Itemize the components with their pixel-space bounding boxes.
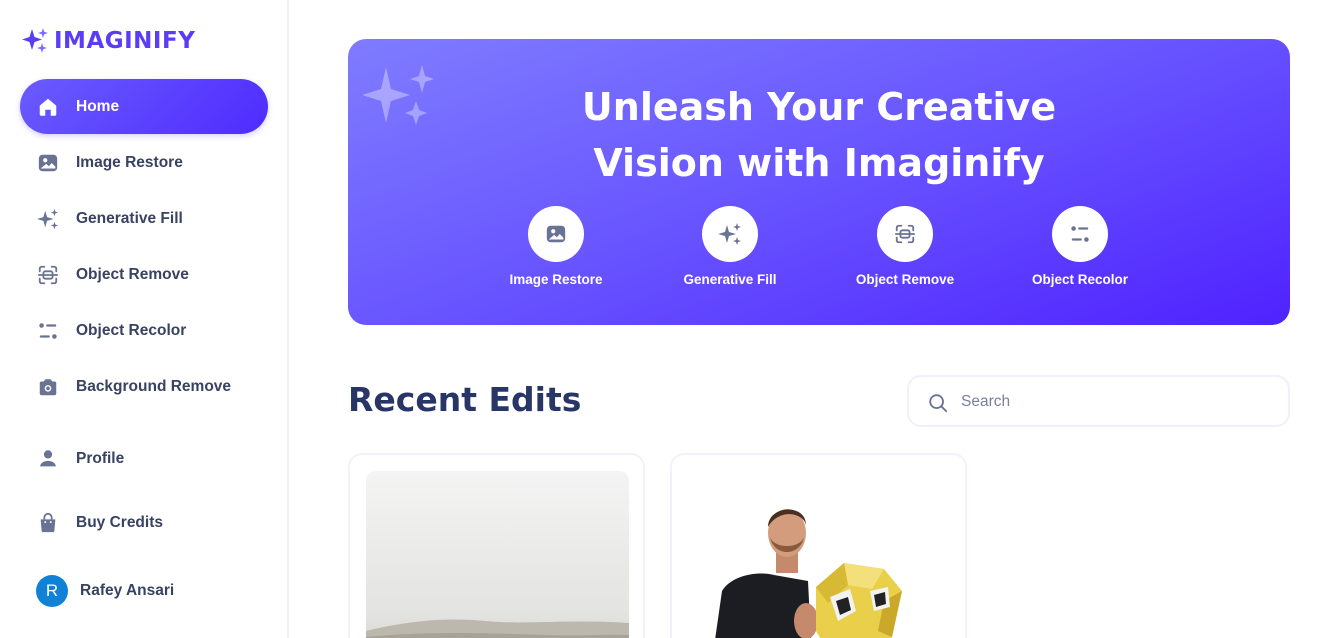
sidebar-item-image-restore[interactable]: Image Restore: [20, 135, 268, 190]
sidebar-item-label: Background Remove: [76, 377, 232, 395]
feature-object-remove[interactable]: Object Remove: [835, 206, 975, 287]
sidebar-item-label: Profile: [76, 449, 125, 467]
sidebar-item-background-remove[interactable]: Background Remove: [20, 359, 268, 414]
feature-circle[interactable]: [877, 206, 933, 262]
sidebar-user[interactable]: R Rafey Ansari: [20, 563, 268, 618]
stars-icon: [36, 207, 60, 231]
feature-circle[interactable]: [702, 206, 758, 262]
sidebar-item-object-remove[interactable]: Object Remove: [20, 247, 268, 302]
recent-edit-card[interactable]: [670, 453, 967, 638]
hero-title-line-2: Vision with Imaginify: [593, 141, 1045, 185]
feature-label: Object Recolor: [1031, 272, 1129, 287]
bag-icon: [36, 511, 60, 535]
user-icon: [36, 447, 60, 471]
edit-thumbnail[interactable]: [688, 471, 951, 638]
hero-banner: Unleash Your Creative Vision with Imagin…: [348, 39, 1290, 325]
hero-title-line-1: Unleash Your Creative: [581, 85, 1057, 129]
camera-icon: [36, 375, 60, 399]
sidebar-item-home[interactable]: Home: [20, 79, 268, 134]
sidebar-item-label: Generative Fill: [76, 209, 183, 227]
home-icon: [36, 95, 60, 119]
search-input[interactable]: [961, 391, 1271, 413]
user-name: Rafey Ansari: [80, 581, 175, 599]
search-icon: [929, 394, 948, 413]
app-logo[interactable]: IMAGINIFY: [20, 26, 195, 56]
feature-object-recolor[interactable]: Object Recolor: [1010, 206, 1150, 287]
feature-image-restore[interactable]: Image Restore: [486, 206, 626, 287]
search-box[interactable]: [907, 375, 1290, 427]
logo-sparkle-icon: [22, 28, 48, 53]
feature-label: Generative Fill: [683, 272, 777, 287]
app-name: IMAGINIFY: [54, 28, 196, 54]
image-icon: [36, 151, 60, 175]
image-icon: [546, 225, 566, 243]
stars-icon: [718, 223, 741, 245]
sidebar-item-label: Image Restore: [76, 153, 183, 171]
sidebar-item-object-recolor[interactable]: Object Recolor: [20, 303, 268, 358]
scan-icon: [894, 224, 916, 244]
recent-edits-title: Recent Edits: [348, 380, 582, 419]
edit-thumbnail[interactable]: [366, 471, 629, 638]
landscape-image: [366, 471, 629, 638]
feature-label: Image Restore: [509, 272, 603, 287]
avatar: R: [36, 575, 68, 607]
filter-icon: [1071, 226, 1089, 242]
sidebar-item-label: Object Remove: [76, 265, 189, 283]
feature-generative-fill[interactable]: Generative Fill: [660, 206, 800, 287]
feature-circle[interactable]: [1052, 206, 1108, 262]
person-image: [715, 509, 902, 638]
sidebar-item-profile[interactable]: Profile: [20, 431, 268, 486]
sidebar-item-label: Object Recolor: [76, 321, 187, 339]
feature-label: Object Remove: [855, 272, 955, 287]
filter-icon: [36, 319, 60, 343]
sidebar-item-generative-fill[interactable]: Generative Fill: [20, 191, 268, 246]
recent-edit-card[interactable]: [348, 453, 645, 638]
scan-icon: [36, 263, 60, 287]
feature-circle[interactable]: [528, 206, 584, 262]
sidebar-item-buy-credits[interactable]: Buy Credits: [20, 495, 268, 550]
sidebar: IMAGINIFY Home Image Restore Generative …: [0, 0, 289, 638]
sidebar-item-label: Buy Credits: [76, 513, 163, 531]
sidebar-item-label: Home: [76, 97, 120, 115]
